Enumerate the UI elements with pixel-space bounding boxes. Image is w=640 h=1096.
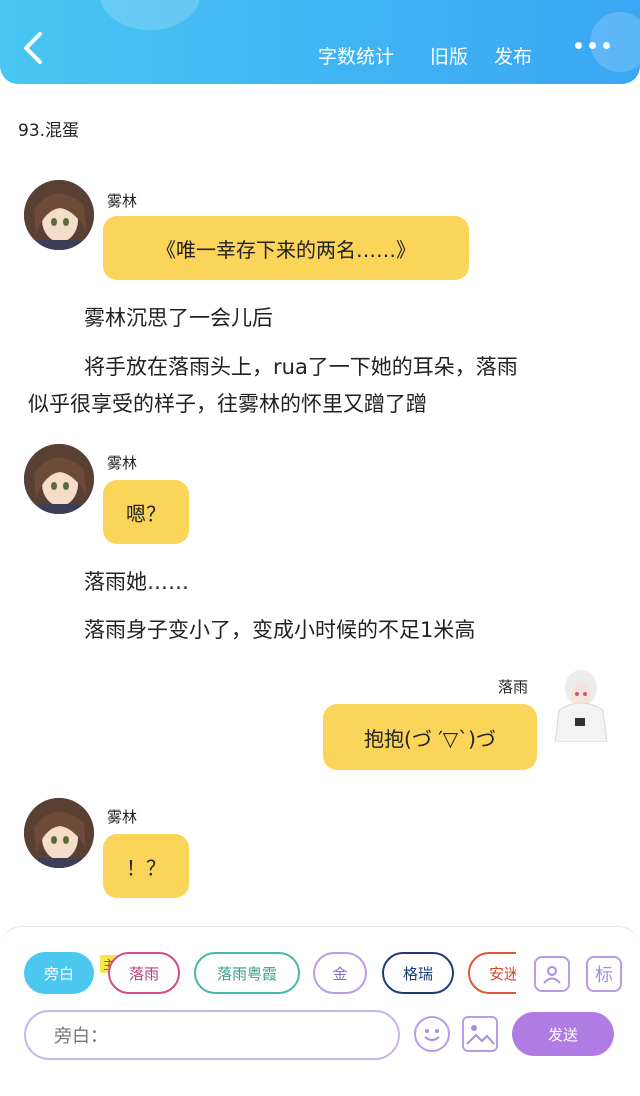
chip-overflow-clip: 安迷 (468, 952, 516, 994)
publish-button[interactable]: 发布 (494, 42, 532, 69)
chip-character[interactable]: 落雨粤霞 (194, 952, 300, 994)
message-bubble[interactable]: 嗯？ (103, 480, 189, 544)
chip-character[interactable]: 安迷 (468, 952, 516, 994)
chip-character[interactable]: 落雨 (108, 952, 180, 994)
back-button[interactable] (20, 30, 50, 66)
message-bubble[interactable]: 抱抱(づ ′▽`)づ (323, 704, 537, 770)
emoji-button[interactable] (414, 1016, 450, 1052)
avatar-image (24, 444, 94, 514)
message-input[interactable]: 旁白： (24, 1010, 400, 1060)
message-bubble[interactable]: 《唯一幸存下来的两名……》 (103, 216, 469, 280)
avatar-image (24, 180, 94, 250)
avatar-image (554, 670, 608, 743)
chip-character[interactable]: 格瑞 (382, 952, 454, 994)
chip-narration[interactable]: 旁白 (24, 952, 94, 994)
more-dot-icon (575, 42, 582, 49)
word-count-button[interactable]: 字数统计 (318, 42, 394, 69)
old-version-button[interactable]: 旧版 (430, 42, 468, 69)
chevron-left-icon (24, 32, 42, 64)
avatar-wulin[interactable] (24, 798, 94, 868)
more-dot-icon (589, 42, 596, 49)
user-icon (543, 966, 561, 984)
speaker-name: 雾林 (107, 454, 138, 472)
avatar-luoyu[interactable] (545, 664, 615, 743)
narration-line: 将手放在落雨头上，rua了一下她的耳朵，落雨 (84, 355, 518, 379)
avatar-wulin[interactable] (24, 180, 94, 250)
send-button[interactable]: 发送 (512, 1012, 614, 1056)
tag-button[interactable]: 标 (586, 956, 622, 992)
chapter-title: 93.混蛋 (18, 121, 80, 141)
character-select-button[interactable] (534, 956, 570, 992)
narration-line: 落雨身子变小了，变成小时候的不足1米高 (84, 618, 476, 642)
speaker-name: 雾林 (107, 808, 138, 826)
image-button[interactable] (462, 1016, 498, 1052)
image-icon (466, 1025, 495, 1045)
smiley-icon (424, 1029, 440, 1041)
avatar-image (24, 798, 94, 868)
speaker-name: 雾林 (107, 192, 138, 210)
header-decoration (100, 0, 200, 30)
speaker-name: 落雨 (498, 678, 529, 696)
top-bar: 字数统计 旧版 发布 (0, 0, 640, 84)
more-menu-button[interactable] (575, 42, 610, 49)
more-dot-icon (603, 42, 610, 49)
narration-line: 落雨她…… (84, 570, 189, 594)
narration-line: 似乎很享受的样子，往雾林的怀里又蹭了蹭 (28, 392, 427, 416)
avatar-wulin[interactable] (24, 444, 94, 514)
narration-line: 雾林沉思了一会儿后 (84, 306, 273, 330)
chip-character[interactable]: 金 (313, 952, 367, 994)
message-bubble[interactable]: ！？ (103, 834, 189, 898)
